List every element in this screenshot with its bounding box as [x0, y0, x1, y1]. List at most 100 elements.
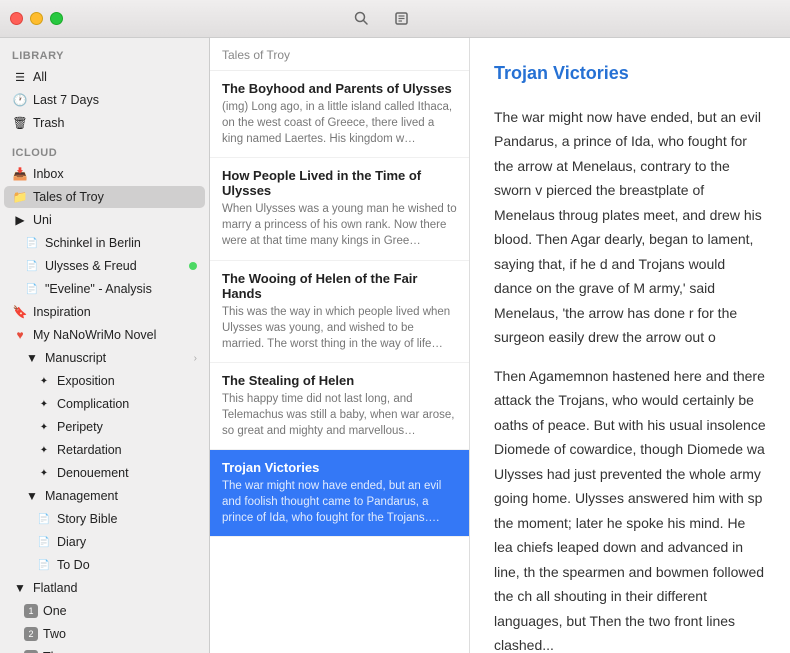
sun-icon: ✦ [36, 396, 52, 412]
folder-icon: 📁 [12, 189, 28, 205]
note-title: The Stealing of Helen [222, 373, 457, 388]
titlebar [0, 0, 790, 38]
editor-paragraph-1: The war might now have ended, but an evi… [494, 105, 766, 350]
sidebar-item-label: Inspiration [33, 305, 197, 319]
compose-icon[interactable] [390, 7, 414, 31]
note-preview: When Ulysses was a young man he wished t… [222, 201, 457, 249]
editor-paragraph-2: Then Agamemnon hastened here and there a… [494, 364, 766, 653]
sidebar-item-label: Manuscript [45, 351, 189, 365]
all-icon: ☰ [12, 69, 28, 85]
sidebar-item-label: Tales of Troy [33, 190, 197, 204]
sidebar-item-diary[interactable]: 📄 Diary [4, 531, 205, 553]
maximize-button[interactable] [50, 12, 63, 25]
search-icon[interactable] [350, 7, 374, 31]
sidebar-item-eveline[interactable]: 📄 "Eveline" - Analysis [4, 278, 205, 300]
note-title: The Wooing of Helen of the Fair Hands [222, 271, 457, 301]
icloud-header: iCloud [0, 135, 209, 162]
minimize-button[interactable] [30, 12, 43, 25]
sidebar: Library ☰ All 🕐 Last 7 Days 🗑 Trash iClo… [0, 38, 210, 653]
sidebar-item-peripety[interactable]: ✦ Peripety [4, 416, 205, 438]
doc-icon: 📄 [24, 235, 40, 251]
sidebar-item-one[interactable]: 1 One [4, 600, 205, 622]
sidebar-item-label: Complication [57, 397, 197, 411]
sidebar-item-label: Diary [57, 535, 197, 549]
sidebar-item-label: Management [45, 489, 197, 503]
sidebar-item-label: Denouement [57, 466, 197, 480]
sidebar-item-retardation[interactable]: ✦ Retardation [4, 439, 205, 461]
note-preview: The war might now have ended, but an evi… [222, 478, 457, 526]
trash-icon: 🗑 [12, 115, 28, 131]
number-icon: 2 [24, 627, 38, 641]
sidebar-item-label: Last 7 Days [33, 93, 197, 107]
sidebar-item-label: Inbox [33, 167, 197, 181]
doc-icon: 📄 [36, 534, 52, 550]
sidebar-item-label: One [43, 604, 197, 618]
sidebar-item-label: Peripety [57, 420, 197, 434]
sidebar-item-nanowrimo[interactable]: ♥ My NaNoWriMo Novel [4, 324, 205, 346]
arrow-indicator: › [194, 353, 197, 364]
sidebar-item-trash[interactable]: 🗑 Trash [4, 112, 205, 134]
doc-icon: 📄 [24, 258, 40, 274]
sidebar-item-label: Ulysses & Freud [45, 259, 184, 273]
note-item-wooing[interactable]: The Wooing of Helen of the Fair Hands Th… [210, 261, 469, 363]
folder-icon: ▶ [12, 212, 28, 228]
note-item-people[interactable]: How People Lived in the Time of Ulysses … [210, 158, 469, 260]
note-preview: This was the way in which people lived w… [222, 304, 457, 352]
sidebar-item-all[interactable]: ☰ All [4, 66, 205, 88]
sidebar-item-label: Flatland [33, 581, 197, 595]
editor-title: Trojan Victories [494, 58, 766, 89]
sidebar-item-label: My NaNoWriMo Novel [33, 328, 197, 342]
bookmark-icon: 🔖 [12, 304, 28, 320]
sidebar-item-uni[interactable]: ▶ Uni [4, 209, 205, 231]
editor-panel[interactable]: Trojan Victories The war might now have … [470, 38, 790, 653]
library-header: Library [0, 38, 209, 65]
sidebar-item-label: Two [43, 627, 197, 641]
sidebar-item-label: Trash [33, 116, 197, 130]
sidebar-item-tales[interactable]: 📁 Tales of Troy [4, 186, 205, 208]
note-title: Trojan Victories [222, 460, 457, 475]
note-item-boyhood[interactable]: The Boyhood and Parents of Ulysses (img)… [210, 71, 469, 158]
note-preview: This happy time did not last long, and T… [222, 391, 457, 439]
clock-icon: 🕐 [12, 92, 28, 108]
editor-body[interactable]: The war might now have ended, but an evi… [494, 105, 766, 653]
sidebar-item-exposition[interactable]: ✦ Exposition [4, 370, 205, 392]
sidebar-item-todo[interactable]: 📄 To Do [4, 554, 205, 576]
sidebar-item-label: Story Bible [57, 512, 197, 526]
titlebar-icons [350, 7, 414, 31]
heart-icon: ♥ [12, 327, 28, 343]
sidebar-item-inbox[interactable]: 📥 Inbox [4, 163, 205, 185]
window-buttons [10, 12, 63, 25]
sidebar-item-two[interactable]: 2 Two [4, 623, 205, 645]
titlebar-center [63, 7, 700, 31]
sidebar-item-inspiration[interactable]: 🔖 Inspiration [4, 301, 205, 323]
note-list-panel: Tales of Troy The Boyhood and Parents of… [210, 38, 470, 653]
sidebar-item-schinkel[interactable]: 📄 Schinkel in Berlin [4, 232, 205, 254]
sidebar-item-storybible[interactable]: 📄 Story Bible [4, 508, 205, 530]
number-icon: 1 [24, 604, 38, 618]
sidebar-item-complication[interactable]: ✦ Complication [4, 393, 205, 415]
sidebar-item-label: Schinkel in Berlin [45, 236, 197, 250]
sidebar-item-management[interactable]: ▼ Management [4, 485, 205, 507]
sidebar-item-ulysses[interactable]: 📄 Ulysses & Freud [4, 255, 205, 277]
sidebar-item-label: Uni [33, 213, 197, 227]
close-button[interactable] [10, 12, 23, 25]
sidebar-item-denouement[interactable]: ✦ Denouement [4, 462, 205, 484]
sidebar-item-flatland[interactable]: ▼ Flatland [4, 577, 205, 599]
note-item-trojan[interactable]: Trojan Victories The war might now have … [210, 450, 469, 537]
sun-icon: ✦ [36, 442, 52, 458]
note-title: How People Lived in the Time of Ulysses [222, 168, 457, 198]
note-list: The Boyhood and Parents of Ulysses (img)… [210, 71, 469, 653]
doc-icon: 📄 [24, 281, 40, 297]
note-item-stealing[interactable]: The Stealing of Helen This happy time di… [210, 363, 469, 450]
sidebar-item-manuscript[interactable]: ▼ Manuscript › [4, 347, 205, 369]
folder-icon: ▼ [24, 488, 40, 504]
note-preview: (img) Long ago, in a little island calle… [222, 99, 457, 147]
green-badge [189, 262, 197, 270]
sidebar-item-last7[interactable]: 🕐 Last 7 Days [4, 89, 205, 111]
sidebar-item-three[interactable]: 3 Three [4, 646, 205, 653]
doc-icon: 📄 [36, 511, 52, 527]
folder-icon: ▼ [24, 350, 40, 366]
sun-icon: ✦ [36, 419, 52, 435]
main-area: Library ☰ All 🕐 Last 7 Days 🗑 Trash iClo… [0, 38, 790, 653]
sidebar-item-label: Exposition [57, 374, 197, 388]
